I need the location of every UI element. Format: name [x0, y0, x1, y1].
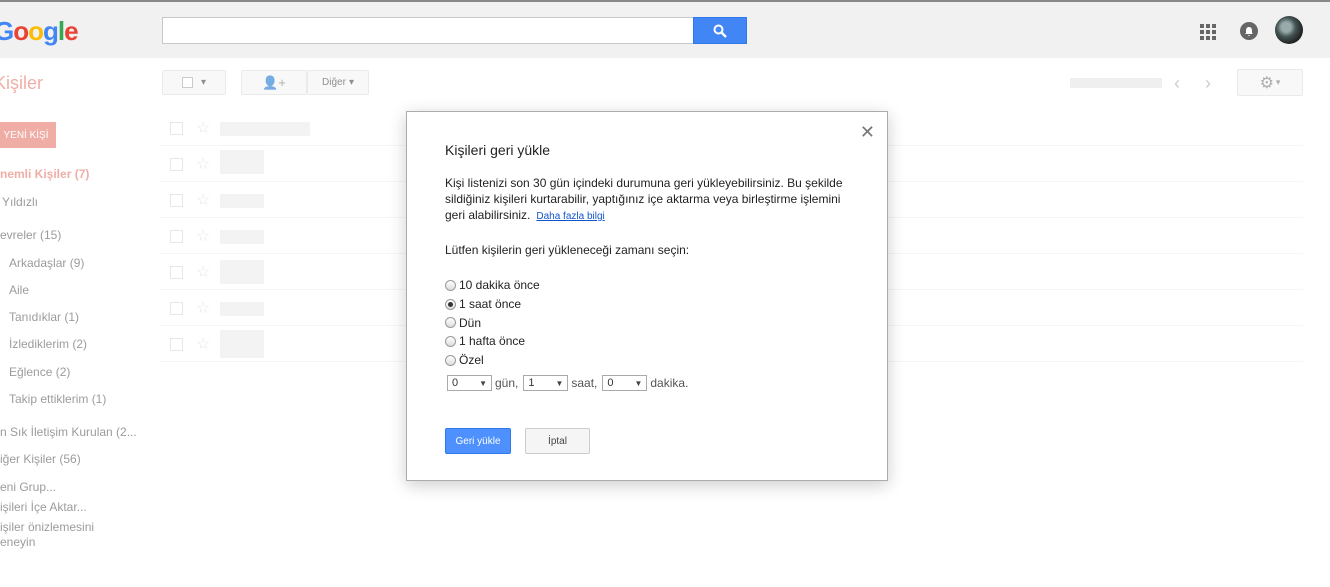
contact-name	[220, 122, 310, 136]
option-1-hour[interactable]: 1 saat önce	[445, 295, 540, 314]
radio-button-selected[interactable]	[445, 298, 456, 310]
gear-icon: ⚙	[1259, 74, 1274, 92]
star-icon[interactable]: ☆	[196, 118, 210, 138]
minutes-value: 0	[607, 377, 614, 389]
contact-name	[220, 150, 264, 174]
dialog-title: Kişileri geri yükle	[445, 142, 551, 158]
header-bar: Google	[0, 2, 1330, 58]
sidebar: YENİ KİŞİ nemli Kişiler (7) Yıldızlı evr…	[0, 108, 160, 587]
sidebar-item-acquaintances[interactable]: Tanıdıklar (1)	[9, 310, 79, 324]
add-to-group-button[interactable]: 👤+	[241, 70, 307, 95]
more-button[interactable]: Diğer ▾	[307, 70, 369, 95]
prev-page-icon[interactable]: ‹	[1164, 70, 1190, 96]
restore-time-options: 10 dakika önce 1 saat önce Dün 1 hafta ö…	[445, 276, 540, 369]
sidebar-item-starred[interactable]: Yıldızlı	[2, 195, 38, 209]
contact-name	[220, 330, 264, 358]
star-icon[interactable]: ☆	[196, 298, 210, 318]
days-unit: gün,	[495, 376, 519, 390]
minutes-unit: dakika.	[650, 376, 689, 390]
radio-button[interactable]	[445, 279, 456, 291]
contact-name	[220, 230, 264, 244]
minutes-select[interactable]: 0 ▼	[602, 375, 648, 391]
row-checkbox[interactable]	[170, 230, 183, 243]
restore-contacts-dialog: ✕ Kişileri geri yükle Kişi listenizi son…	[406, 111, 888, 481]
chevron-down-icon: ▾	[348, 77, 354, 88]
sidebar-item-preview-2[interactable]: eneyin	[0, 535, 35, 549]
dropdown-arrow-icon: ▼	[479, 378, 487, 388]
row-checkbox[interactable]	[170, 338, 183, 351]
apps-grid-icon[interactable]	[1200, 24, 1216, 40]
option-10-minutes[interactable]: 10 dakika önce	[445, 276, 540, 295]
avatar[interactable]	[1275, 16, 1303, 44]
learn-more-link[interactable]: Daha fazla bilgi	[536, 211, 604, 222]
dialog-prompt: Lütfen kişilerin geri yükleneceği zamanı…	[445, 243, 690, 257]
sidebar-item-other-contacts[interactable]: iğer Kişiler (56)	[0, 452, 81, 466]
toolbar: Kişiler ▾ 👤+ Diğer ▾ ‹ › ⚙ ▾	[0, 58, 1330, 108]
radio-button[interactable]	[445, 354, 456, 366]
days-select[interactable]: 0 ▼	[447, 375, 492, 391]
restore-button[interactable]: Geri yükle	[445, 428, 511, 454]
hours-select[interactable]: 1 ▼	[523, 375, 569, 391]
custom-time-row: 0 ▼ gün, 1 ▼ saat, 0 ▼ dakika.	[447, 375, 693, 391]
bell-icon[interactable]	[1240, 22, 1258, 40]
row-checkbox[interactable]	[170, 266, 183, 279]
pagination-info	[1070, 78, 1162, 88]
row-checkbox[interactable]	[170, 122, 183, 135]
settings-button[interactable]: ⚙ ▾	[1237, 69, 1303, 96]
radio-button[interactable]	[445, 335, 456, 347]
star-icon[interactable]: ☆	[196, 334, 210, 354]
cancel-button[interactable]: İptal	[525, 428, 590, 454]
dialog-description-text: Kişi listenizi son 30 gün içindeki durum…	[445, 176, 843, 222]
sidebar-item-family[interactable]: Aile	[9, 283, 29, 297]
option-label: 10 dakika önce	[459, 278, 540, 293]
close-icon[interactable]: ✕	[860, 123, 875, 141]
page-title: Kişiler	[0, 73, 44, 93]
star-icon[interactable]: ☆	[196, 154, 210, 174]
star-icon[interactable]: ☆	[196, 262, 210, 282]
radio-button[interactable]	[445, 317, 456, 329]
chevron-down-icon: ▾	[200, 77, 207, 88]
option-label: 1 hafta önce	[459, 334, 526, 349]
row-checkbox[interactable]	[170, 302, 183, 315]
sidebar-item-preview[interactable]: işiler önizlemesini	[0, 520, 94, 534]
more-button-label: Diğer	[322, 77, 346, 88]
chevron-down-icon: ▾	[1275, 77, 1281, 87]
dropdown-arrow-icon: ▼	[555, 378, 564, 388]
sidebar-item-friends[interactable]: Arkadaşlar (9)	[9, 256, 84, 270]
sidebar-item-followed[interactable]: Takip ettiklerim (1)	[9, 392, 106, 406]
search-input[interactable]	[162, 17, 694, 44]
search-icon	[713, 24, 727, 38]
dropdown-arrow-icon: ▼	[634, 378, 643, 388]
option-1-week[interactable]: 1 hafta önce	[445, 332, 540, 351]
row-checkbox[interactable]	[170, 158, 183, 171]
option-label: 1 saat önce	[459, 297, 522, 312]
next-page-icon[interactable]: ›	[1195, 70, 1221, 96]
contact-name	[220, 194, 264, 208]
person-add-icon: 👤+	[262, 74, 286, 90]
option-yesterday[interactable]: Dün	[445, 313, 540, 332]
search-button[interactable]	[693, 17, 747, 44]
sidebar-item-most-contacted[interactable]: n Sık İletişim Kurulan (2...	[0, 425, 137, 439]
sidebar-item-entertainment[interactable]: Eğlence (2)	[9, 365, 70, 379]
star-icon[interactable]: ☆	[196, 226, 210, 246]
hours-value: 1	[528, 377, 535, 389]
option-custom[interactable]: Özel	[445, 351, 540, 370]
google-logo[interactable]: Google	[0, 16, 79, 47]
select-all-checkbox-button[interactable]: ▾	[162, 70, 226, 95]
sidebar-item-following[interactable]: İzlediklerim (2)	[9, 337, 87, 351]
star-icon[interactable]: ☆	[196, 190, 210, 210]
contact-name	[220, 260, 264, 284]
days-value: 0	[452, 377, 459, 389]
sidebar-item-important[interactable]: nemli Kişiler (7)	[0, 167, 89, 181]
option-label: Özel	[459, 353, 484, 368]
contact-name	[220, 302, 264, 316]
sidebar-item-circles[interactable]: evreler (15)	[0, 228, 61, 242]
sidebar-item-import[interactable]: işileri İçe Aktar...	[0, 500, 87, 514]
hours-unit: saat,	[571, 376, 598, 390]
row-checkbox[interactable]	[170, 194, 183, 207]
sidebar-item-new-group[interactable]: eni Grup...	[0, 480, 56, 494]
option-label: Dün	[459, 315, 482, 330]
dialog-description: Kişi listenizi son 30 gün içindeki durum…	[445, 175, 855, 225]
new-contact-button[interactable]: YENİ KİŞİ	[0, 122, 56, 148]
